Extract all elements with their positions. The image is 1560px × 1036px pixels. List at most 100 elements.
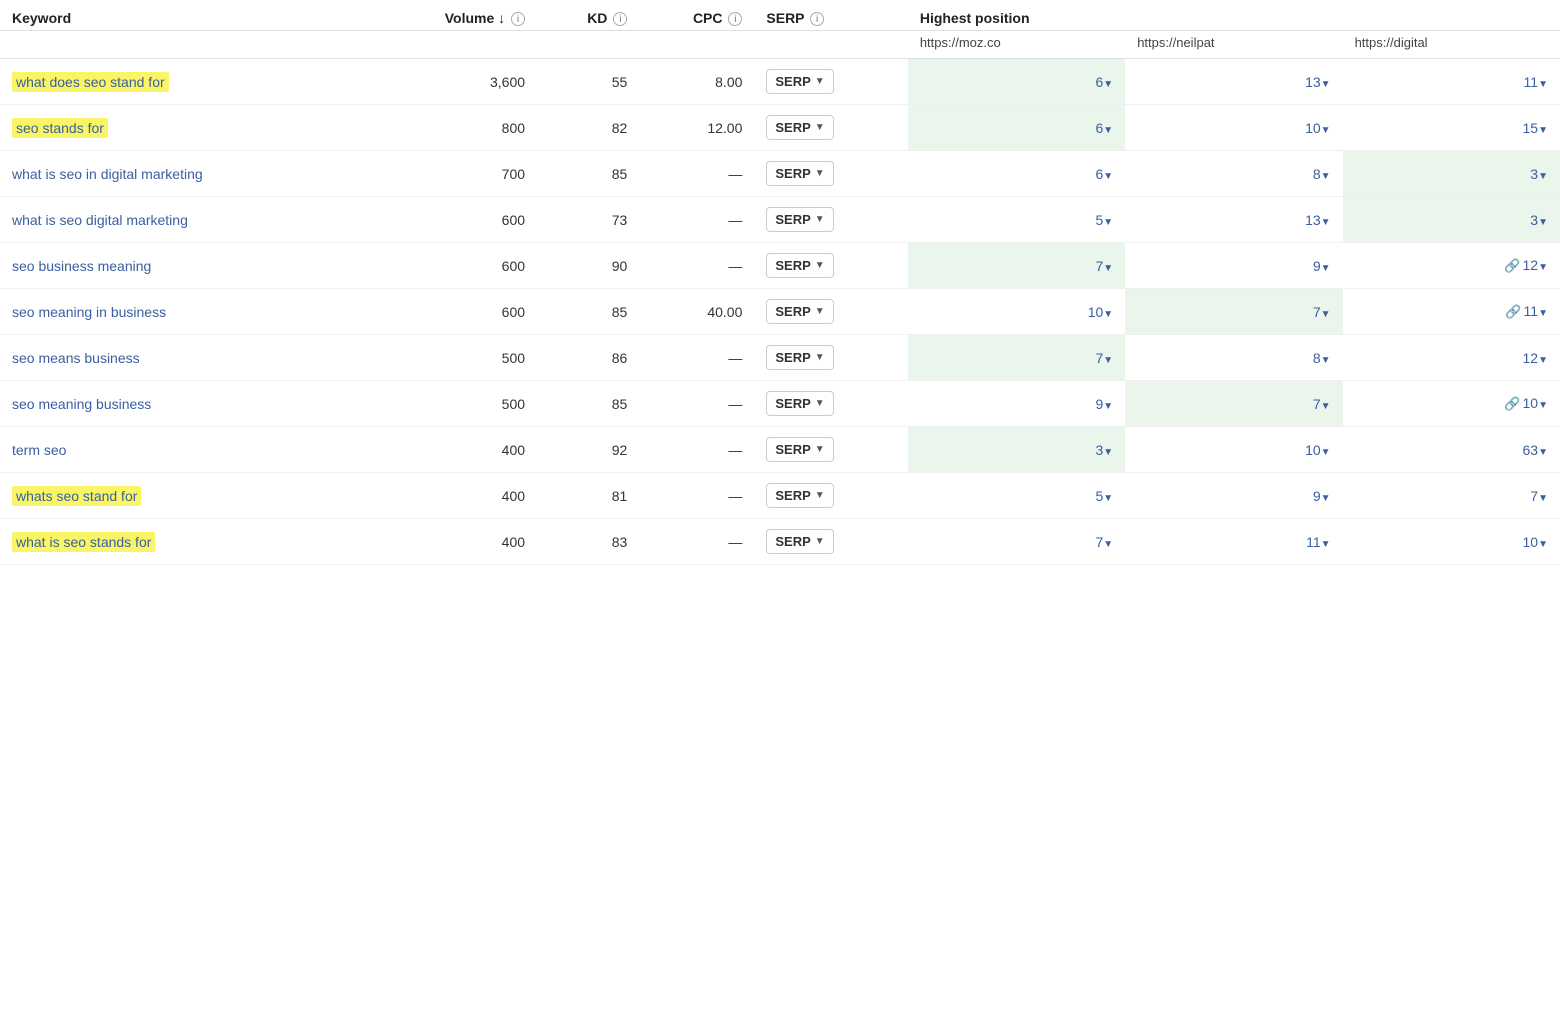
position-dropdown-arrow[interactable]: ▼ xyxy=(1538,400,1548,411)
position-cell-3[interactable]: 10▼ xyxy=(1343,519,1560,565)
keyword-cell[interactable]: what is seo stands for xyxy=(0,519,384,565)
position-cell-2[interactable]: 13▼ xyxy=(1125,197,1342,243)
position-cell-1[interactable]: 3▼ xyxy=(908,427,1125,473)
position-cell-3[interactable]: 🔗10▼ xyxy=(1343,381,1560,427)
position-cell-1[interactable]: 5▼ xyxy=(908,197,1125,243)
position-cell-2[interactable]: 10▼ xyxy=(1125,105,1342,151)
keyword-cell[interactable]: seo meaning in business xyxy=(0,289,384,335)
keyword-cell[interactable]: whats seo stand for xyxy=(0,473,384,519)
position-dropdown-arrow[interactable]: ▼ xyxy=(1538,447,1548,458)
serp-button[interactable]: SERP ▼ xyxy=(766,391,833,416)
col-header-serp[interactable]: SERP i xyxy=(754,0,907,31)
serp-button[interactable]: SERP ▼ xyxy=(766,483,833,508)
position-cell-2[interactable]: 8▼ xyxy=(1125,335,1342,381)
col-header-volume[interactable]: Volume ↓ i xyxy=(384,0,537,31)
position-dropdown-arrow[interactable]: ▼ xyxy=(1321,539,1331,550)
serp-cell[interactable]: SERP ▼ xyxy=(754,59,907,105)
serp-button[interactable]: SERP ▼ xyxy=(766,437,833,462)
position-dropdown-arrow[interactable]: ▼ xyxy=(1538,493,1548,504)
position-dropdown-arrow[interactable]: ▼ xyxy=(1538,79,1548,90)
position-dropdown-arrow[interactable]: ▼ xyxy=(1103,79,1113,90)
position-cell-1[interactable]: 6▼ xyxy=(908,151,1125,197)
position-cell-1[interactable]: 7▼ xyxy=(908,243,1125,289)
serp-button[interactable]: SERP ▼ xyxy=(766,253,833,278)
position-dropdown-arrow[interactable]: ▼ xyxy=(1103,447,1113,458)
serp-cell[interactable]: SERP ▼ xyxy=(754,427,907,473)
position-cell-1[interactable]: 6▼ xyxy=(908,105,1125,151)
keyword-cell[interactable]: seo means business xyxy=(0,335,384,381)
position-dropdown-arrow[interactable]: ▼ xyxy=(1538,308,1548,319)
position-dropdown-arrow[interactable]: ▼ xyxy=(1538,262,1548,273)
position-cell-2[interactable]: 9▼ xyxy=(1125,473,1342,519)
serp-info-icon[interactable]: i xyxy=(810,12,824,26)
position-cell-3[interactable]: 🔗11▼ xyxy=(1343,289,1560,335)
serp-cell[interactable]: SERP ▼ xyxy=(754,105,907,151)
position-dropdown-arrow[interactable]: ▼ xyxy=(1103,125,1113,136)
position-dropdown-arrow[interactable]: ▼ xyxy=(1103,539,1113,550)
serp-button[interactable]: SERP ▼ xyxy=(766,207,833,232)
serp-button[interactable]: SERP ▼ xyxy=(766,299,833,324)
keyword-cell[interactable]: seo business meaning xyxy=(0,243,384,289)
serp-cell[interactable]: SERP ▼ xyxy=(754,243,907,289)
position-cell-2[interactable]: 7▼ xyxy=(1125,381,1342,427)
volume-info-icon[interactable]: i xyxy=(511,12,525,26)
col-header-kd[interactable]: KD i xyxy=(537,0,639,31)
position-cell-3[interactable]: 3▼ xyxy=(1343,197,1560,243)
position-cell-2[interactable]: 8▼ xyxy=(1125,151,1342,197)
position-cell-2[interactable]: 9▼ xyxy=(1125,243,1342,289)
position-dropdown-arrow[interactable]: ▼ xyxy=(1321,79,1331,90)
position-dropdown-arrow[interactable]: ▼ xyxy=(1103,493,1113,504)
serp-button[interactable]: SERP ▼ xyxy=(766,529,833,554)
position-cell-1[interactable]: 7▼ xyxy=(908,519,1125,565)
position-cell-2[interactable]: 10▼ xyxy=(1125,427,1342,473)
position-dropdown-arrow[interactable]: ▼ xyxy=(1321,401,1331,412)
position-cell-3[interactable]: 12▼ xyxy=(1343,335,1560,381)
position-cell-1[interactable]: 10▼ xyxy=(908,289,1125,335)
position-dropdown-arrow[interactable]: ▼ xyxy=(1321,447,1331,458)
position-dropdown-arrow[interactable]: ▼ xyxy=(1321,171,1331,182)
position-cell-2[interactable]: 11▼ xyxy=(1125,519,1342,565)
position-dropdown-arrow[interactable]: ▼ xyxy=(1321,355,1331,366)
position-dropdown-arrow[interactable]: ▼ xyxy=(1103,355,1113,366)
position-dropdown-arrow[interactable]: ▼ xyxy=(1538,355,1548,366)
position-dropdown-arrow[interactable]: ▼ xyxy=(1103,171,1113,182)
kd-info-icon[interactable]: i xyxy=(613,12,627,26)
position-dropdown-arrow[interactable]: ▼ xyxy=(1321,263,1331,274)
serp-cell[interactable]: SERP ▼ xyxy=(754,381,907,427)
position-cell-3[interactable]: 🔗12▼ xyxy=(1343,243,1560,289)
cpc-info-icon[interactable]: i xyxy=(728,12,742,26)
position-dropdown-arrow[interactable]: ▼ xyxy=(1321,217,1331,228)
serp-button[interactable]: SERP ▼ xyxy=(766,115,833,140)
position-cell-1[interactable]: 5▼ xyxy=(908,473,1125,519)
position-dropdown-arrow[interactable]: ▼ xyxy=(1103,309,1113,320)
position-dropdown-arrow[interactable]: ▼ xyxy=(1103,401,1113,412)
keyword-cell[interactable]: what is seo digital marketing xyxy=(0,197,384,243)
position-dropdown-arrow[interactable]: ▼ xyxy=(1538,539,1548,550)
serp-button[interactable]: SERP ▼ xyxy=(766,69,833,94)
serp-cell[interactable]: SERP ▼ xyxy=(754,335,907,381)
keyword-cell[interactable]: what does seo stand for xyxy=(0,59,384,105)
position-dropdown-arrow[interactable]: ▼ xyxy=(1538,125,1548,136)
position-cell-3[interactable]: 15▼ xyxy=(1343,105,1560,151)
position-cell-1[interactable]: 9▼ xyxy=(908,381,1125,427)
keyword-cell[interactable]: term seo xyxy=(0,427,384,473)
keyword-cell[interactable]: seo meaning business xyxy=(0,381,384,427)
position-dropdown-arrow[interactable]: ▼ xyxy=(1103,217,1113,228)
serp-button[interactable]: SERP ▼ xyxy=(766,161,833,186)
position-dropdown-arrow[interactable]: ▼ xyxy=(1321,125,1331,136)
position-cell-3[interactable]: 63▼ xyxy=(1343,427,1560,473)
serp-cell[interactable]: SERP ▼ xyxy=(754,151,907,197)
position-cell-3[interactable]: 11▼ xyxy=(1343,59,1560,105)
position-dropdown-arrow[interactable]: ▼ xyxy=(1538,217,1548,228)
position-dropdown-arrow[interactable]: ▼ xyxy=(1538,171,1548,182)
position-cell-2[interactable]: 13▼ xyxy=(1125,59,1342,105)
serp-cell[interactable]: SERP ▼ xyxy=(754,289,907,335)
position-cell-3[interactable]: 3▼ xyxy=(1343,151,1560,197)
serp-cell[interactable]: SERP ▼ xyxy=(754,519,907,565)
position-dropdown-arrow[interactable]: ▼ xyxy=(1103,263,1113,274)
keyword-cell[interactable]: what is seo in digital marketing xyxy=(0,151,384,197)
position-dropdown-arrow[interactable]: ▼ xyxy=(1321,309,1331,320)
position-cell-1[interactable]: 7▼ xyxy=(908,335,1125,381)
position-cell-3[interactable]: 7▼ xyxy=(1343,473,1560,519)
serp-button[interactable]: SERP ▼ xyxy=(766,345,833,370)
